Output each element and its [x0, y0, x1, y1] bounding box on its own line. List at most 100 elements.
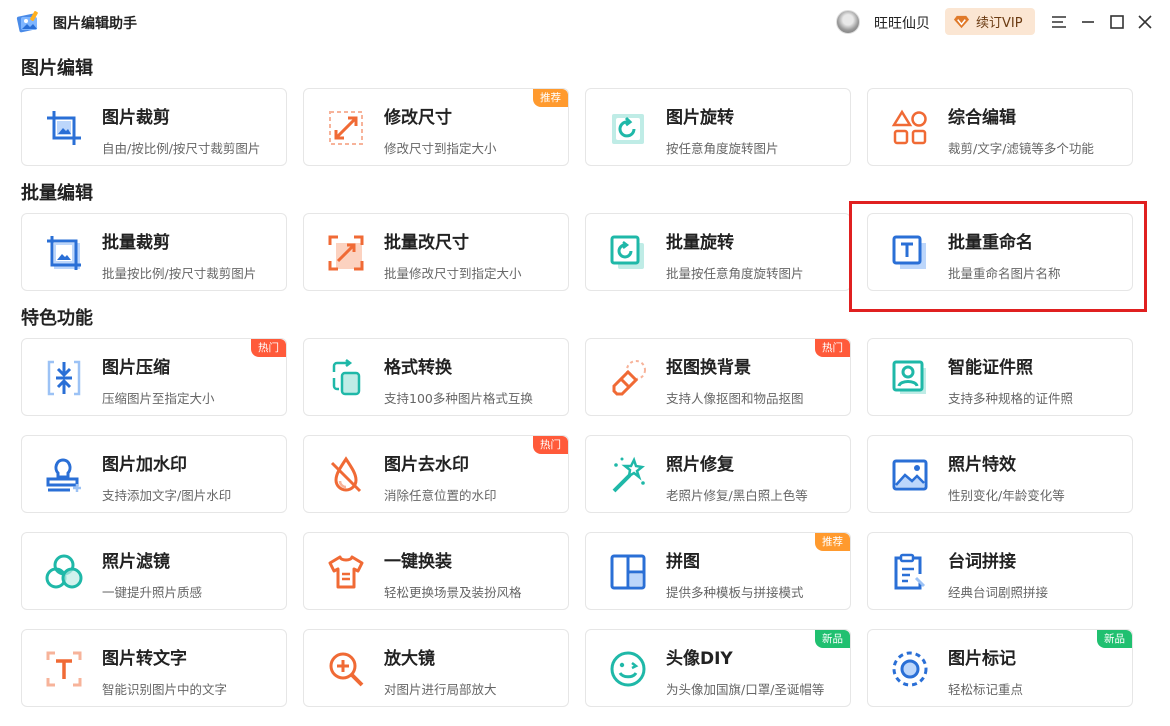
maximize-button[interactable] [1105, 10, 1129, 34]
card-title: 图片加水印 [102, 455, 187, 475]
card-collage[interactable]: 拼图 提供多种模板与拼接模式 推荐 [585, 532, 851, 610]
card-title: 批量改尺寸 [384, 233, 469, 253]
card-desc: 批量修改尺寸到指定大小 [384, 266, 522, 281]
card-title: 图片裁剪 [102, 108, 170, 128]
card-desc: 批量按任意角度旋转图片 [666, 266, 804, 281]
card-desc: 支持添加文字/图片水印 [102, 488, 232, 503]
card-title: 批量旋转 [666, 233, 734, 253]
card-title: 综合编辑 [948, 108, 1016, 128]
card-caption-stitch[interactable]: 台词拼接 经典台词剧照拼接 [867, 532, 1133, 610]
card-title: 拼图 [666, 552, 700, 572]
section-title-batch-edit: 批量编辑 [21, 183, 93, 204]
recommend-badge: 推荐 [533, 89, 568, 107]
card-title: 智能证件照 [948, 358, 1033, 378]
hot-badge: 热门 [815, 339, 850, 357]
card-cutout[interactable]: 抠图换背景 支持人像抠图和物品抠图 热门 [585, 338, 851, 416]
card-image-crop[interactable]: 图片裁剪 自由/按比例/按尺寸裁剪图片 [21, 88, 287, 166]
title-bar: 图片编辑助手 旺旺仙贝 续订VIP [0, 0, 1170, 44]
card-photo-effects[interactable]: 照片特效 性别变化/年龄变化等 [867, 435, 1133, 513]
card-title: 修改尺寸 [384, 108, 452, 128]
drop-off-icon [330, 456, 362, 493]
card-desc: 老照片修复/黑白照上色等 [666, 488, 808, 503]
app-title: 图片编辑助手 [53, 16, 137, 32]
close-button[interactable] [1133, 10, 1157, 34]
clipboard-icon [894, 553, 926, 590]
renew-vip-button[interactable]: 续订VIP [945, 8, 1035, 35]
card-add-watermark[interactable]: 图片加水印 支持添加文字/图片水印 [21, 435, 287, 513]
card-title: 格式转换 [384, 358, 452, 378]
card-compress[interactable]: 图片压缩 压缩图片至指定大小 热门 [21, 338, 287, 416]
batch-resize-icon [328, 235, 364, 271]
card-title: 放大镜 [384, 649, 435, 669]
new-badge: 新品 [815, 630, 850, 648]
filter-icon [45, 554, 83, 589]
card-batch-rotate[interactable]: 批量旋转 批量按任意角度旋转图片 [585, 213, 851, 291]
card-title: 照片特效 [948, 455, 1016, 475]
batch-crop-icon [47, 236, 81, 270]
card-title: 照片滤镜 [102, 552, 170, 572]
card-batch-resize[interactable]: 批量改尺寸 批量修改尺寸到指定大小 [303, 213, 569, 291]
smile-icon [610, 651, 646, 687]
close-icon [1138, 15, 1152, 29]
card-resize[interactable]: 修改尺寸 修改尺寸到指定大小 推荐 [303, 88, 569, 166]
marker-icon [892, 651, 928, 687]
recommend-badge: 推荐 [815, 533, 850, 551]
avatar[interactable] [836, 10, 860, 34]
resize-icon [329, 111, 363, 145]
card-photo-restore[interactable]: 照片修复 老照片修复/黑白照上色等 [585, 435, 851, 513]
username[interactable]: 旺旺仙贝 [874, 13, 930, 33]
card-image-to-text[interactable]: 图片转文字 智能识别图片中的文字 [21, 629, 287, 707]
ocr-icon [46, 651, 82, 687]
card-title: 抠图换背景 [666, 358, 751, 378]
card-title: 一键换装 [384, 552, 452, 572]
card-desc: 轻松标记重点 [948, 682, 1024, 697]
landscape-icon [892, 459, 928, 491]
card-image-marker[interactable]: 图片标记 轻松标记重点 新品 [867, 629, 1133, 707]
card-desc: 支持100多种图片格式互换 [384, 391, 533, 406]
card-desc: 一键提升照片质感 [102, 585, 203, 600]
card-batch-crop[interactable]: 批量裁剪 批量按比例/按尺寸裁剪图片 [21, 213, 287, 291]
card-desc: 裁剪/文字/滤镜等多个功能 [948, 141, 1094, 156]
eraser-icon [612, 360, 646, 396]
hot-badge: 热门 [533, 436, 568, 454]
card-title: 图片旋转 [666, 108, 734, 128]
card-desc: 性别变化/年龄变化等 [948, 488, 1065, 503]
app-logo-icon [16, 11, 38, 33]
minimize-button[interactable] [1076, 10, 1100, 34]
card-title: 台词拼接 [948, 552, 1016, 572]
card-title: 图片转文字 [102, 649, 187, 669]
card-id-photo[interactable]: 智能证件照 支持多种规格的证件照 [867, 338, 1133, 416]
card-format-convert[interactable]: 格式转换 支持100多种图片格式互换 [303, 338, 569, 416]
section-title-features: 特色功能 [21, 308, 93, 329]
card-title: 批量裁剪 [102, 233, 170, 253]
magic-wand-icon [612, 456, 645, 493]
card-title: 照片修复 [666, 455, 734, 475]
card-avatar-diy[interactable]: 头像DIY 为头像加国旗/口罩/圣诞帽等 新品 [585, 629, 851, 707]
card-title: 头像DIY [666, 649, 733, 669]
card-title: 图片标记 [948, 649, 1016, 669]
hot-badge: 热门 [251, 339, 286, 357]
card-rotate[interactable]: 图片旋转 按任意角度旋转图片 [585, 88, 851, 166]
card-desc: 为头像加国旗/口罩/圣诞帽等 [666, 682, 825, 697]
batch-rotate-icon [610, 235, 644, 269]
card-remove-watermark[interactable]: 图片去水印 消除任意位置的水印 热门 [303, 435, 569, 513]
collage-icon [610, 554, 646, 590]
card-desc: 支持人像抠图和物品抠图 [666, 391, 804, 406]
menu-icon [1052, 16, 1066, 28]
card-desc: 支持多种规格的证件照 [948, 391, 1074, 406]
card-desc: 按任意角度旋转图片 [666, 141, 779, 156]
convert-icon [332, 359, 361, 396]
card-outfit-change[interactable]: 一键换装 轻松更换场景及装扮风格 [303, 532, 569, 610]
card-photo-filter[interactable]: 照片滤镜 一键提升照片质感 [21, 532, 287, 610]
card-combo-edit[interactable]: 综合编辑 裁剪/文字/滤镜等多个功能 [867, 88, 1133, 166]
highlight-box [849, 201, 1147, 312]
card-desc: 压缩图片至指定大小 [102, 391, 215, 406]
card-magnifier[interactable]: 放大镜 对图片进行局部放大 [303, 629, 569, 707]
card-desc: 智能识别图片中的文字 [102, 682, 228, 697]
card-desc: 轻松更换场景及装扮风格 [384, 585, 522, 600]
new-badge: 新品 [1097, 630, 1132, 648]
shapes-icon [891, 109, 927, 145]
card-desc: 提供多种模板与拼接模式 [666, 585, 804, 600]
magnifier-icon [329, 652, 364, 687]
menu-button[interactable] [1047, 10, 1071, 34]
